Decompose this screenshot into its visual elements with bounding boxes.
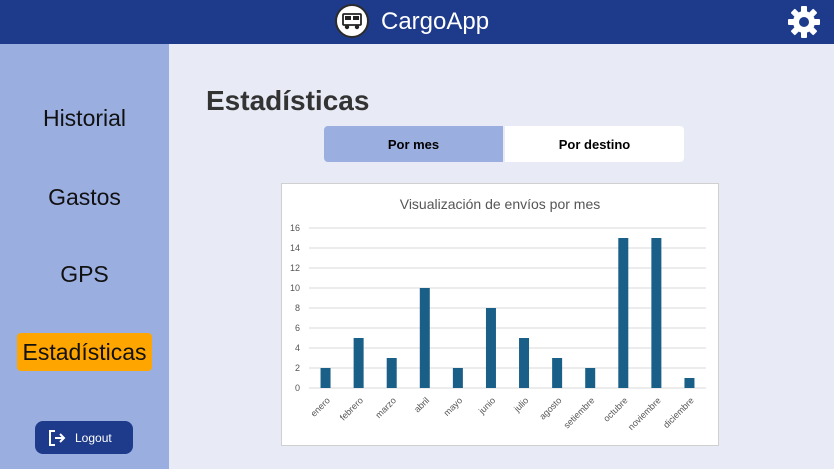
x-tick-label: diciembre [661, 395, 696, 430]
tab-por-mes[interactable]: Por mes [324, 126, 503, 162]
bar [353, 338, 364, 388]
bar-chart: Visualización de envíos por mes 0 2 4 6 8 10 1… [290, 196, 706, 432]
bar [320, 368, 331, 388]
bar [386, 358, 397, 388]
y-tick-label: 8 [295, 303, 300, 313]
sidebar-item-label: Estadísticas [22, 338, 147, 365]
logout-button[interactable]: Logout [35, 421, 133, 454]
x-tick-label: mayo [442, 395, 465, 418]
bar [485, 308, 496, 388]
bar [684, 378, 695, 388]
y-tick-label: 12 [290, 263, 300, 273]
x-tick-label: octubre [601, 395, 629, 423]
sidebar-item-historial[interactable]: Historial [0, 103, 169, 133]
x-tick-label: enero [309, 395, 332, 418]
chart-title: Visualización de envíos por mes [400, 196, 601, 212]
chart-card: Visualización de envíos por mes 0 2 4 6 8 10 1… [281, 183, 719, 446]
bar [651, 238, 662, 388]
top-bar: CargoApp [0, 0, 834, 44]
y-tick-label: 16 [290, 223, 300, 233]
sidebar: Historial Gastos GPS [0, 44, 169, 469]
y-tick-label: 0 [295, 383, 300, 393]
app-title: CargoApp [381, 8, 490, 35]
truck-icon [335, 4, 369, 38]
bar [452, 368, 463, 388]
logout-icon [49, 429, 66, 446]
bar [585, 368, 596, 388]
y-tick-label: 2 [295, 363, 300, 373]
y-tick-label: 4 [295, 343, 300, 353]
sidebar-item-gastos[interactable]: Gastos [0, 182, 169, 212]
x-tick-label: setiembre [562, 395, 597, 430]
sidebar-item-estadisticas[interactable]: Estadísticas [17, 333, 152, 371]
bar [618, 238, 629, 388]
tab-por-destino[interactable]: Por destino [505, 126, 684, 162]
page-title: Estadísticas [206, 85, 370, 116]
x-tick-label: agosto [537, 395, 563, 421]
x-tick-label: julio [511, 395, 530, 414]
x-tick-label: febrero [338, 395, 365, 422]
y-tick-label: 14 [290, 243, 300, 253]
x-tick-label: noviembre [626, 395, 663, 432]
y-tick-label: 6 [295, 323, 300, 333]
logout-label: Logout [75, 430, 112, 445]
gear-icon[interactable] [786, 4, 822, 40]
bar [519, 338, 530, 388]
bar [419, 288, 430, 388]
x-tick-label: junio [476, 395, 497, 416]
x-tick-label: marzo [373, 395, 398, 420]
y-tick-label: 10 [290, 283, 300, 293]
sidebar-item-gps[interactable]: GPS [0, 259, 169, 289]
bar [552, 358, 563, 388]
x-tick-label: abril [412, 395, 431, 414]
